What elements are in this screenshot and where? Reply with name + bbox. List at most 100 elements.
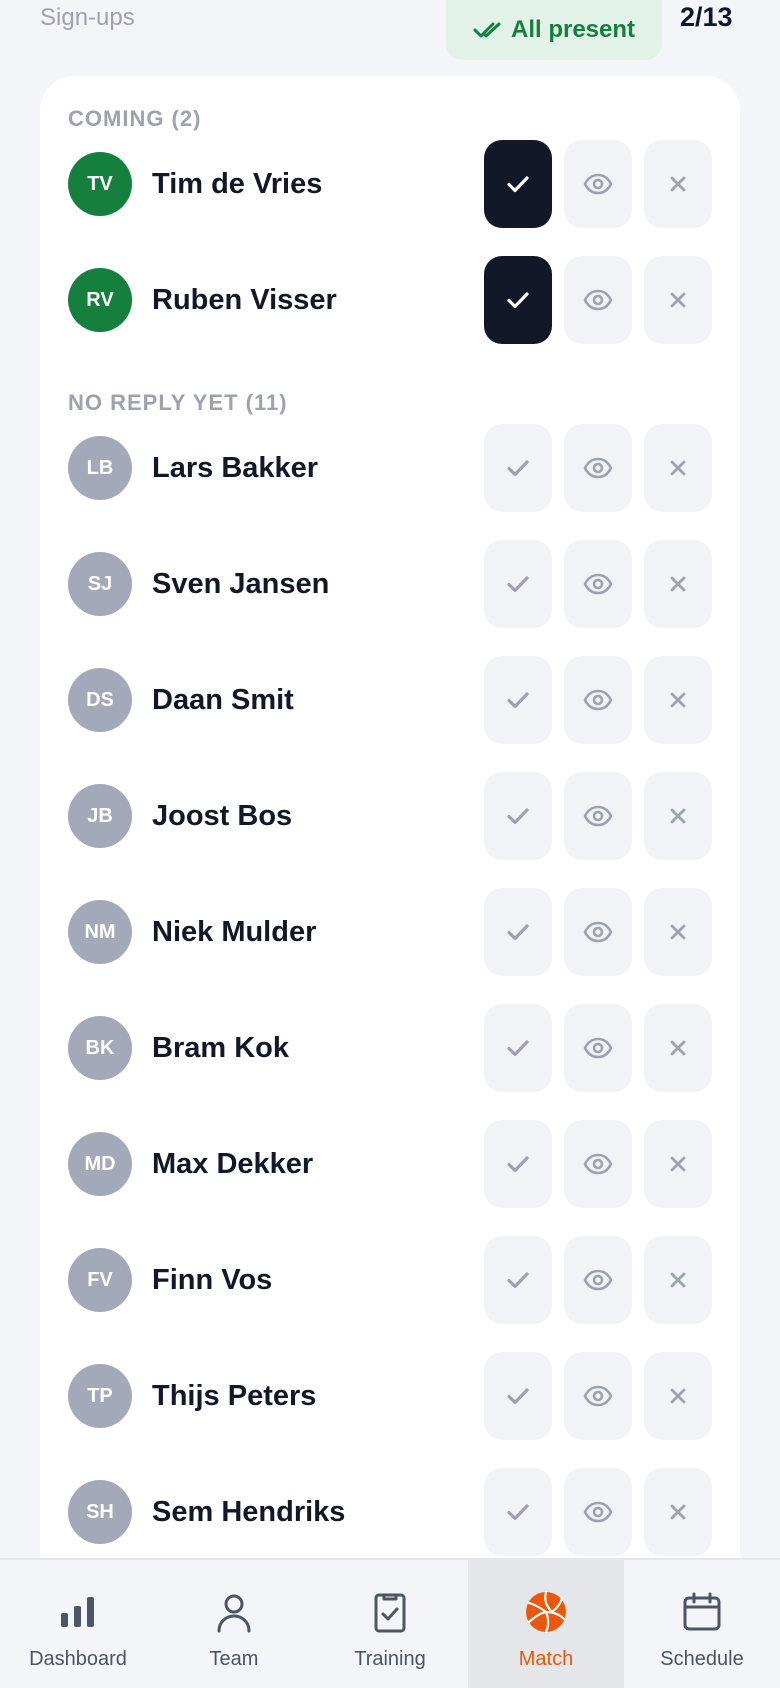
- eye-icon: [583, 173, 613, 195]
- coming-button[interactable]: [484, 424, 552, 512]
- nav-item-dashboard[interactable]: Dashboard: [0, 1560, 156, 1688]
- coming-button[interactable]: [484, 1468, 552, 1556]
- maybe-button[interactable]: [564, 140, 632, 228]
- maybe-button[interactable]: [564, 888, 632, 976]
- eye-icon: [583, 805, 613, 827]
- coming-button[interactable]: [484, 1120, 552, 1208]
- nav-item-match[interactable]: Match: [468, 1560, 624, 1688]
- not-coming-button[interactable]: [644, 1120, 712, 1208]
- coming-button[interactable]: [484, 656, 552, 744]
- maybe-button[interactable]: [564, 1352, 632, 1440]
- check-icon: [507, 1504, 529, 1521]
- avatar: FV: [68, 1248, 132, 1312]
- maybe-button[interactable]: [564, 656, 632, 744]
- not-coming-button[interactable]: [644, 656, 712, 744]
- close-icon: [670, 576, 686, 592]
- close-icon: [670, 1388, 686, 1404]
- coming-button[interactable]: [484, 140, 552, 228]
- signups-label: Sign-ups: [40, 4, 135, 31]
- avatar: RV: [68, 268, 132, 332]
- player-name: Sven Jansen: [152, 567, 330, 600]
- nav-label: Training: [354, 1648, 426, 1670]
- not-coming-button[interactable]: [644, 1352, 712, 1440]
- player-row: FV Finn Vos: [40, 1236, 740, 1324]
- nav-label: Schedule: [660, 1648, 744, 1670]
- player-name: Tim de Vries: [152, 167, 323, 200]
- maybe-button[interactable]: [564, 1468, 632, 1556]
- player-name: Sem Hendriks: [152, 1495, 346, 1528]
- close-icon: [670, 808, 686, 824]
- check-icon: [507, 576, 529, 593]
- section-title-no-reply: NO REPLY YET (11): [68, 390, 288, 415]
- page: Sign-ups All present 2/13 COMING (2) TV …: [0, 0, 780, 1688]
- nav-item-team[interactable]: Team: [156, 1560, 312, 1688]
- avatar: NM: [68, 900, 132, 964]
- check-icon: [507, 1156, 529, 1173]
- coming-button[interactable]: [484, 256, 552, 344]
- not-coming-button[interactable]: [644, 772, 712, 860]
- coming-button[interactable]: [484, 1236, 552, 1324]
- eye-icon: [583, 1037, 613, 1059]
- avatar: SJ: [68, 552, 132, 616]
- user-icon: [210, 1588, 258, 1636]
- nav-label: Match: [518, 1648, 574, 1670]
- all-present-label: All present: [510, 16, 636, 43]
- maybe-button[interactable]: [564, 1120, 632, 1208]
- player-row: SJ Sven Jansen: [40, 540, 740, 628]
- bar-chart-icon: [54, 1588, 102, 1636]
- player-row: JB Joost Bos: [40, 772, 740, 860]
- eye-icon: [583, 921, 613, 943]
- coming-button[interactable]: [484, 1352, 552, 1440]
- close-icon: [670, 292, 686, 308]
- not-coming-button[interactable]: [644, 1004, 712, 1092]
- player-name: Niek Mulder: [152, 915, 317, 948]
- player-name: Thijs Peters: [152, 1379, 317, 1412]
- player-name: Finn Vos: [152, 1263, 273, 1296]
- player-name: Ruben Visser: [152, 283, 337, 316]
- close-icon: [670, 1156, 686, 1172]
- coming-button[interactable]: [484, 888, 552, 976]
- coming-button[interactable]: [484, 540, 552, 628]
- close-icon: [670, 1272, 686, 1288]
- eye-icon: [583, 573, 613, 595]
- not-coming-button[interactable]: [644, 140, 712, 228]
- maybe-button[interactable]: [564, 424, 632, 512]
- avatar: JB: [68, 784, 132, 848]
- not-coming-button[interactable]: [644, 1468, 712, 1556]
- signup-count: 2/13: [680, 2, 733, 32]
- nav-item-schedule[interactable]: Schedule: [624, 1560, 780, 1688]
- avatar: TP: [68, 1364, 132, 1428]
- nav-item-training[interactable]: Training: [312, 1560, 468, 1688]
- signups-card: COMING (2) TV Tim de Vries RV Ruben Viss…: [40, 76, 740, 1688]
- check-icon: [507, 1272, 529, 1289]
- eye-icon: [583, 1501, 613, 1523]
- check-icon: [507, 292, 529, 309]
- maybe-button[interactable]: [564, 772, 632, 860]
- all-present-badge[interactable]: All present: [446, 0, 662, 60]
- coming-button[interactable]: [484, 772, 552, 860]
- avatar: DS: [68, 668, 132, 732]
- avatar: SH: [68, 1480, 132, 1544]
- nav-label: Dashboard: [29, 1648, 127, 1670]
- coming-button[interactable]: [484, 1004, 552, 1092]
- volleyball-icon: [522, 1588, 570, 1636]
- check-icon: [507, 460, 529, 477]
- player-name: Daan Smit: [152, 683, 294, 716]
- not-coming-button[interactable]: [644, 1236, 712, 1324]
- maybe-button[interactable]: [564, 540, 632, 628]
- maybe-button[interactable]: [564, 1236, 632, 1324]
- close-icon: [670, 692, 686, 708]
- not-coming-button[interactable]: [644, 256, 712, 344]
- maybe-button[interactable]: [564, 256, 632, 344]
- not-coming-button[interactable]: [644, 888, 712, 976]
- eye-icon: [583, 289, 613, 311]
- check-icon: [507, 924, 529, 941]
- close-icon: [670, 176, 686, 192]
- not-coming-button[interactable]: [644, 540, 712, 628]
- close-icon: [670, 460, 686, 476]
- double-check-icon: [473, 22, 501, 38]
- maybe-button[interactable]: [564, 1004, 632, 1092]
- player-row: NM Niek Mulder: [40, 888, 740, 976]
- player-name: Max Dekker: [152, 1147, 314, 1180]
- not-coming-button[interactable]: [644, 424, 712, 512]
